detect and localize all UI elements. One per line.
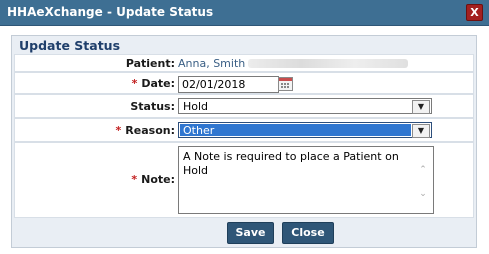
chevron-up-icon[interactable]: ⌃ [417,165,429,175]
calendar-icon[interactable] [278,77,293,91]
chevron-down-icon[interactable]: ▼ [412,124,430,138]
note-row: * Note: A Note is required to place a Pat… [14,142,474,218]
reason-row: * Reason: Other ▼ [14,118,474,142]
window-titlebar: HHAeXchange - Update Status X [0,0,489,26]
patient-label: Patient: [125,57,175,70]
date-label: * Date: [132,77,175,90]
required-marker: * [131,173,138,186]
chevron-down-icon[interactable]: ⌄ [417,189,429,199]
reason-label-text: Reason: [125,124,175,137]
close-icon[interactable]: X [466,4,483,21]
save-button[interactable]: Save [227,222,274,244]
patient-row: Patient: Anna, Smith [14,54,474,72]
note-label: * Note: [131,173,175,186]
date-field[interactable]: 02/01/2018 [178,76,279,93]
patient-name: Anna, Smith [178,57,246,70]
required-marker: * [115,124,122,137]
note-label-text: Note: [141,173,175,186]
date-row: * Date: 02/01/2018 [14,72,474,94]
close-button[interactable]: Close [282,222,334,244]
chevron-down-icon[interactable]: ▼ [412,100,430,114]
status-label: Status: [130,100,175,113]
window-title: HHAeXchange - Update Status [7,5,214,19]
panel-title: Update Status [19,38,121,53]
status-row: Status: Hold ▼ [14,94,474,118]
selection-highlight [180,124,411,136]
reason-label: * Reason: [116,124,175,137]
note-text: A Note is required to place a Patient on… [183,150,399,177]
patient-details-redacted [248,59,408,68]
required-marker: * [131,77,138,90]
date-label-text: Date: [141,77,175,90]
status-select[interactable]: Hold ▼ [178,98,432,114]
note-textarea[interactable]: A Note is required to place a Patient on… [178,146,434,214]
status-selected-value: Hold [183,100,209,113]
reason-selected-value: Other [183,124,215,137]
reason-select[interactable]: Other ▼ [178,122,432,138]
update-status-panel: Update Status Patient: Anna, Smith * Date… [11,35,477,248]
